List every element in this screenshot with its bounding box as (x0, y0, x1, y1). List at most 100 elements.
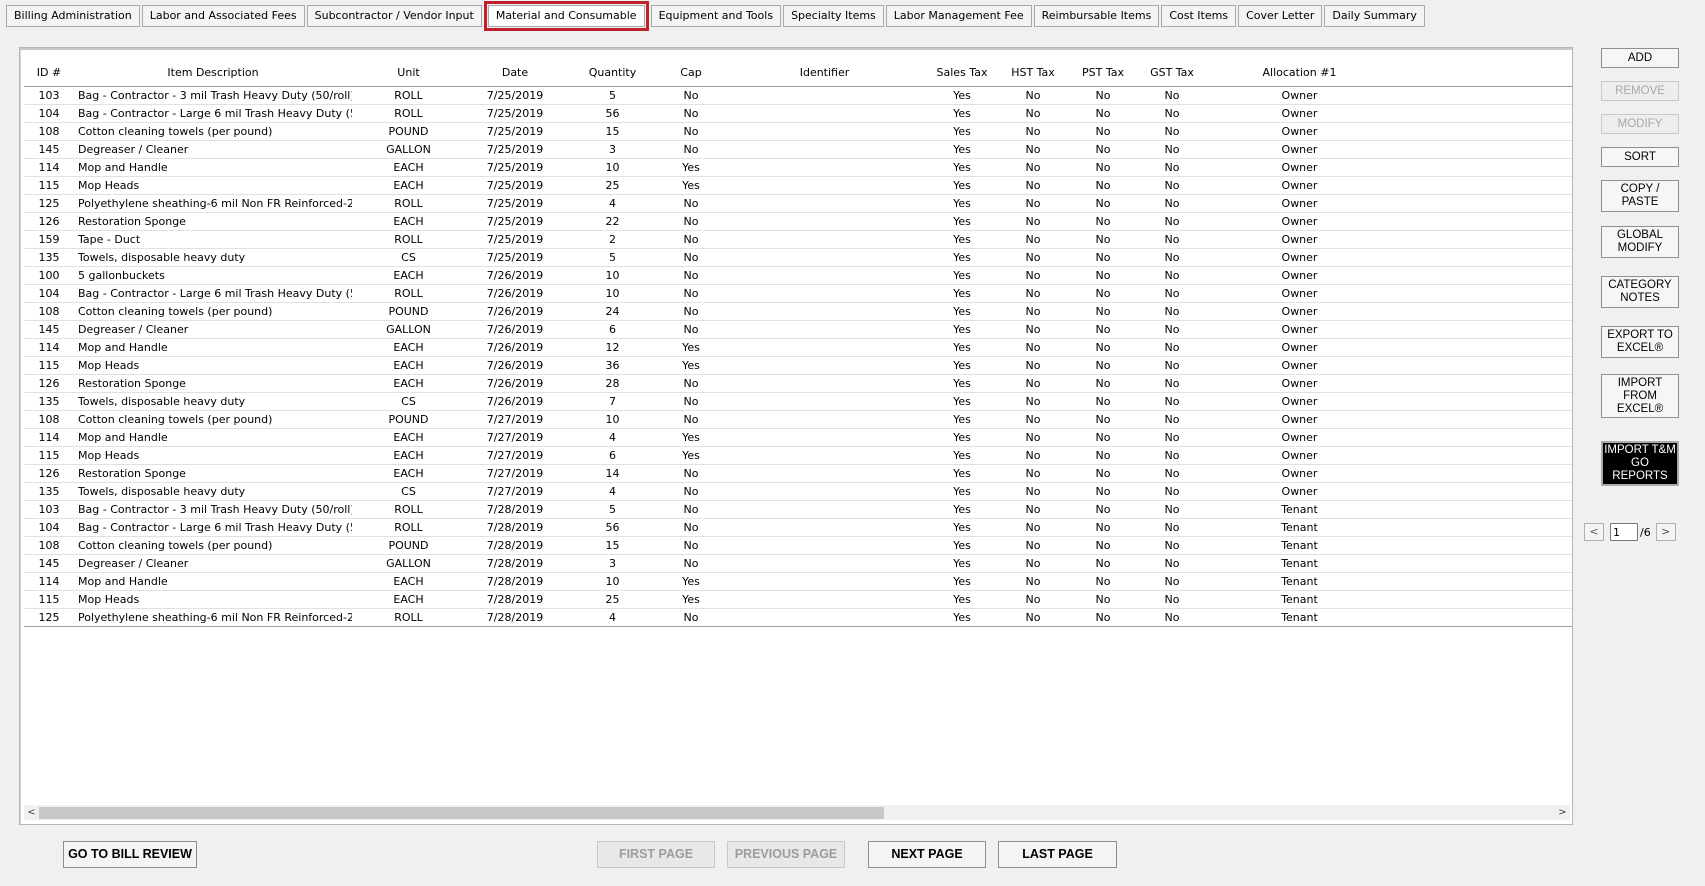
table-row[interactable]: 115 Mop Heads EACH 7/27/2019 6 Yes Yes No No No Ow… (24, 446, 1572, 465)
table-row[interactable]: 126 Restoration Sponge EACH 7/27/2019 14 No Ye… (24, 464, 1572, 483)
category-notes-button[interactable]: CATEGORY NOTES (1601, 276, 1679, 308)
table-row[interactable]: 115 Mop Heads EACH 7/28/2019 25 Yes Yes No No No T… (24, 590, 1572, 609)
cell-cap: No (660, 266, 722, 285)
table-row[interactable]: 114 Mop and Handle EACH 7/26/2019 12 Yes Yes No… (24, 338, 1572, 357)
table-row[interactable]: 126 Restoration Sponge EACH 7/26/2019 28 No Ye… (24, 374, 1572, 393)
table-row[interactable]: 104 Bag - Contractor - Large 6 mil Trash … (24, 518, 1572, 537)
cell-description: Mop Heads (74, 356, 352, 375)
table-row[interactable]: 126 Restoration Sponge EACH 7/25/2019 22 No Ye… (24, 212, 1572, 231)
import-from-excel-button[interactable]: IMPORT FROM EXCEL® (1601, 374, 1679, 418)
table-row[interactable]: 135 Towels, disposable heavy duty CS 7/26/2… (24, 392, 1572, 411)
table-row[interactable]: 135 Towels, disposable heavy duty CS 7/27/2… (24, 482, 1572, 501)
table-row[interactable]: 103 Bag - Contractor - 3 mil Trash Heavy … (24, 86, 1572, 105)
cell-quantity: 4 (565, 608, 660, 627)
column-header-cap[interactable]: Cap (660, 58, 722, 87)
previous-page-button[interactable]: PREVIOUS PAGE (727, 841, 845, 868)
column-header-quantity[interactable]: Quantity (565, 58, 660, 87)
tab-equipment-and-tools[interactable]: Equipment and Tools (650, 5, 782, 27)
export-to-excel-button[interactable]: EXPORT TO EXCEL® (1601, 326, 1679, 358)
horizontal-scrollbar[interactable]: < > (24, 805, 1570, 820)
cell-gst-tax: No (1137, 158, 1207, 177)
tab-specialty-items[interactable]: Specialty Items (783, 5, 884, 27)
cell-spacer (1392, 320, 1572, 339)
table-row[interactable]: 114 Mop and Handle EACH 7/28/2019 10 Yes Yes No… (24, 572, 1572, 591)
table-row[interactable]: 104 Bag - Contractor - Large 6 mil Trash … (24, 104, 1572, 123)
first-page-button[interactable]: FIRST PAGE (597, 841, 715, 868)
import-t-m-go-reports-button[interactable]: IMPORT T&M GO REPORTS (1601, 441, 1679, 486)
table-row[interactable]: 108 Cotton cleaning towels (per pound) POU… (24, 122, 1572, 141)
cell-hst-tax: No (997, 122, 1069, 141)
tab-cover-letter[interactable]: Cover Letter (1238, 5, 1323, 27)
table-row[interactable]: 108 Cotton cleaning towels (per pound) POU… (24, 410, 1572, 429)
table-row[interactable]: 125 Polyethylene sheathing-6 mil Non FR R… (24, 194, 1572, 213)
table-row[interactable]: 114 Mop and Handle EACH 7/27/2019 4 Yes Yes No N… (24, 428, 1572, 447)
table-row[interactable]: 100 5 gallonbuckets EACH 7/26/2019 10 No Yes No… (24, 266, 1572, 285)
cell-description: Polyethylene sheathing-6 mil Non FR Rein… (74, 608, 352, 627)
column-header-unit[interactable]: Unit (352, 58, 465, 87)
column-header-id[interactable]: ID # (24, 58, 74, 87)
tab-cost-items[interactable]: Cost Items (1161, 5, 1237, 27)
add-button[interactable]: ADD (1601, 48, 1679, 68)
tab-billing-administration[interactable]: Billing Administration (6, 5, 140, 27)
tab-labor-and-associated-fees[interactable]: Labor and Associated Fees (141, 5, 305, 27)
table-row[interactable]: 115 Mop Heads EACH 7/26/2019 36 Yes Yes No No No O… (24, 356, 1572, 375)
global-modify-button[interactable]: GLOBAL MODIFY (1601, 226, 1679, 258)
tab-subcontractor-vendor-input[interactable]: Subcontractor / Vendor Input (306, 5, 482, 27)
column-header-allocation-1[interactable]: Allocation #1 (1207, 58, 1392, 87)
table-row[interactable]: 115 Mop Heads EACH 7/25/2019 25 Yes Yes No No No O… (24, 176, 1572, 195)
table-row[interactable]: 108 Cotton cleaning towels (per pound) POU… (24, 536, 1572, 555)
table-row[interactable]: 104 Bag - Contractor - Large 6 mil Trash … (24, 284, 1572, 303)
table-row[interactable]: 135 Towels, disposable heavy duty CS 7/25/2… (24, 248, 1572, 267)
column-header-gst-tax[interactable]: GST Tax (1137, 58, 1207, 87)
scroll-left-arrow-icon[interactable]: < (24, 805, 39, 820)
column-header-pst-tax[interactable]: PST Tax (1069, 58, 1137, 87)
table-row[interactable]: 145 Degreaser / Cleaner GALLON 7/28/2019 3 No… (24, 554, 1572, 573)
page-number-input[interactable] (1610, 523, 1638, 541)
scroll-thumb[interactable] (39, 807, 884, 819)
cell-spacer (1392, 428, 1572, 447)
column-header-item-description[interactable]: Item Description (74, 58, 352, 87)
table-row[interactable]: 145 Degreaser / Cleaner GALLON 7/25/2019 3 No… (24, 140, 1572, 159)
cell-identifier (722, 86, 927, 105)
cell-gst-tax: No (1137, 230, 1207, 249)
table-row[interactable]: 125 Polyethylene sheathing-6 mil Non FR R… (24, 608, 1572, 627)
next-page-button[interactable]: NEXT PAGE (868, 841, 986, 868)
cell-identifier (722, 140, 927, 159)
table-row[interactable]: 159 Tape - Duct ROLL 7/25/2019 2 No Yes No No No O… (24, 230, 1572, 249)
table-row[interactable]: 103 Bag - Contractor - 3 mil Trash Heavy … (24, 500, 1572, 519)
column-header-date[interactable]: Date (465, 58, 565, 87)
remove-button[interactable]: REMOVE (1601, 81, 1679, 101)
cell-identifier (722, 554, 927, 573)
column-header-hst-tax[interactable]: HST Tax (997, 58, 1069, 87)
sort-button[interactable]: SORT (1601, 147, 1679, 167)
cell-identifier (722, 518, 927, 537)
copy-paste-button[interactable]: COPY / PASTE (1601, 180, 1679, 212)
scroll-right-arrow-icon[interactable]: > (1555, 805, 1570, 820)
last-page-button[interactable]: LAST PAGE (998, 841, 1117, 868)
tab-labor-management-fee[interactable]: Labor Management Fee (885, 5, 1032, 27)
tab-daily-summary[interactable]: Daily Summary (1324, 5, 1425, 27)
cell-hst-tax: No (997, 428, 1069, 447)
cell-gst-tax: No (1137, 482, 1207, 501)
cell-date: 7/27/2019 (465, 464, 565, 483)
cell-allocation: Owner (1207, 104, 1392, 123)
cell-cap: No (660, 518, 722, 537)
table-row[interactable]: 114 Mop and Handle EACH 7/25/2019 10 Yes Yes No… (24, 158, 1572, 177)
cell-id: 125 (24, 194, 74, 213)
go-to-bill-review-button[interactable]: GO TO BILL REVIEW (63, 841, 197, 868)
cell-cap: Yes (660, 572, 722, 591)
column-header-identifier[interactable]: Identifier (722, 58, 927, 87)
table-row[interactable]: 108 Cotton cleaning towels (per pound) POU… (24, 302, 1572, 321)
page-next-icon[interactable]: > (1655, 523, 1676, 541)
table-row[interactable]: 145 Degreaser / Cleaner GALLON 7/26/2019 6 No… (24, 320, 1572, 339)
tab-material-and-consumable[interactable]: Material and Consumable (483, 1, 649, 31)
modify-button[interactable]: MODIFY (1601, 114, 1679, 134)
cell-pst-tax: No (1069, 284, 1137, 303)
cell-description: Tape - Duct (74, 230, 352, 249)
items-table: ID # Item Description Unit Date Quantity Cap I… (24, 58, 1572, 627)
column-header-sales-tax[interactable]: Sales Tax (927, 58, 997, 87)
tab-reimbursable-items[interactable]: Reimbursable Items (1033, 5, 1160, 27)
cell-identifier (722, 410, 927, 429)
cell-gst-tax: No (1137, 284, 1207, 303)
page-prev-icon[interactable]: < (1584, 523, 1604, 541)
